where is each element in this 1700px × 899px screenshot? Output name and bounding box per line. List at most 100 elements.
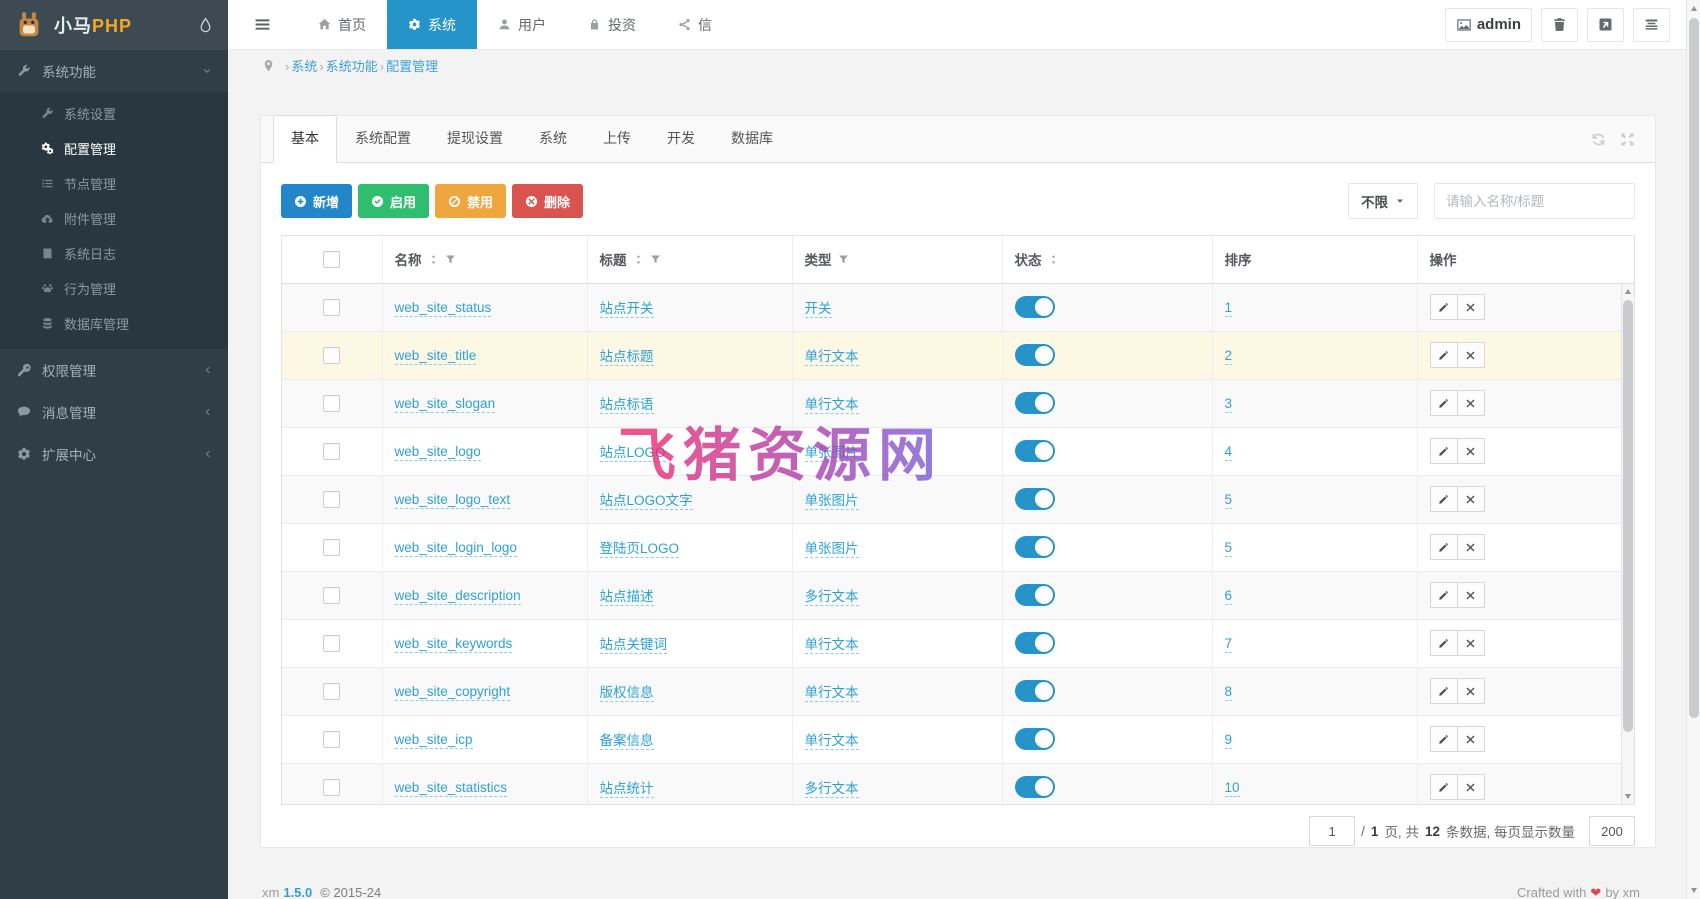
edit-button[interactable] bbox=[1429, 342, 1458, 368]
delete-button[interactable] bbox=[1456, 534, 1485, 560]
config-name-link[interactable]: web_site_description bbox=[394, 587, 521, 605]
config-title-link[interactable]: 站点LOGO bbox=[599, 445, 666, 462]
external-link-button[interactable] bbox=[1587, 7, 1624, 42]
select-all-checkbox[interactable] bbox=[323, 250, 341, 268]
edit-button[interactable] bbox=[1429, 630, 1458, 656]
config-title-link[interactable]: 站点开关 bbox=[599, 301, 654, 318]
sidebar-section-0[interactable]: 系统功能 bbox=[0, 50, 228, 92]
sort-value-link[interactable]: 5 bbox=[1224, 491, 1233, 509]
status-toggle[interactable] bbox=[1014, 536, 1055, 558]
config-name-link[interactable]: web_site_login_logo bbox=[394, 539, 517, 557]
tab-1[interactable]: 系统配置 bbox=[337, 115, 429, 162]
sidebar-item-0[interactable]: 系统设置 bbox=[0, 96, 228, 131]
user-menu-button[interactable]: admin bbox=[1444, 7, 1532, 42]
tab-0[interactable]: 基本 bbox=[273, 115, 337, 163]
config-name-link[interactable]: web_site_icp bbox=[394, 731, 473, 749]
tab-3[interactable]: 系统 bbox=[521, 115, 585, 162]
page-scroll-down-arrow[interactable] bbox=[1690, 888, 1697, 893]
sort-icon[interactable] bbox=[1048, 254, 1059, 265]
sort-icon[interactable] bbox=[633, 254, 644, 265]
filter-funnel-icon[interactable] bbox=[445, 254, 456, 265]
topnav-item-4[interactable]: 信 bbox=[657, 0, 733, 49]
topnav-item-2[interactable]: 用户 bbox=[477, 0, 567, 49]
scroll-down-arrow[interactable] bbox=[1625, 794, 1631, 799]
config-name-link[interactable]: web_site_status bbox=[394, 299, 492, 317]
status-toggle[interactable] bbox=[1014, 440, 1055, 462]
sidebar-item-4[interactable]: 系统日志 bbox=[0, 236, 228, 271]
tab-2[interactable]: 提现设置 bbox=[429, 115, 521, 162]
row-checkbox[interactable] bbox=[323, 730, 341, 748]
edit-button[interactable] bbox=[1429, 438, 1458, 464]
config-type-link[interactable]: 开关 bbox=[804, 301, 832, 318]
status-toggle[interactable] bbox=[1014, 488, 1055, 510]
config-name-link[interactable]: web_site_copyright bbox=[394, 683, 511, 701]
topnav-item-1[interactable]: 系统 bbox=[387, 0, 477, 49]
delete-button[interactable] bbox=[1456, 582, 1485, 608]
delete-button[interactable] bbox=[1456, 726, 1485, 752]
action-button-3[interactable]: 删除 bbox=[512, 184, 584, 218]
sort-value-link[interactable]: 3 bbox=[1224, 395, 1233, 413]
sort-value-link[interactable]: 4 bbox=[1224, 443, 1233, 461]
menu-rows-button[interactable] bbox=[1633, 7, 1670, 42]
config-name-link[interactable]: web_site_logo_text bbox=[394, 491, 511, 509]
page-size-input[interactable] bbox=[1589, 816, 1635, 846]
config-type-link[interactable]: 单张图片 bbox=[804, 541, 859, 558]
edit-button[interactable] bbox=[1429, 390, 1458, 416]
config-title-link[interactable]: 站点标语 bbox=[599, 397, 654, 414]
delete-button[interactable] bbox=[1456, 630, 1485, 656]
row-checkbox[interactable] bbox=[323, 682, 341, 700]
config-title-link[interactable]: 登陆页LOGO bbox=[599, 541, 680, 558]
sort-value-link[interactable]: 1 bbox=[1224, 299, 1233, 317]
config-title-link[interactable]: 备案信息 bbox=[599, 733, 654, 750]
status-toggle[interactable] bbox=[1014, 680, 1055, 702]
row-checkbox[interactable] bbox=[323, 298, 341, 316]
config-name-link[interactable]: web_site_statistics bbox=[394, 779, 508, 797]
delete-button[interactable] bbox=[1456, 486, 1485, 512]
config-type-link[interactable]: 单行文本 bbox=[804, 637, 859, 654]
tab-4[interactable]: 上传 bbox=[585, 115, 649, 162]
delete-button[interactable] bbox=[1456, 774, 1485, 801]
action-button-2[interactable]: 禁用 bbox=[435, 184, 507, 218]
status-toggle[interactable] bbox=[1014, 728, 1055, 750]
config-type-link[interactable]: 单行文本 bbox=[804, 733, 859, 750]
delete-button[interactable] bbox=[1456, 390, 1485, 416]
tab-6[interactable]: 数据库 bbox=[713, 115, 791, 162]
edit-button[interactable] bbox=[1429, 534, 1458, 560]
fullscreen-icon[interactable] bbox=[1620, 132, 1635, 147]
status-toggle[interactable] bbox=[1014, 344, 1055, 366]
sort-value-link[interactable]: 5 bbox=[1224, 539, 1233, 557]
page-scroll-up-arrow[interactable] bbox=[1690, 6, 1697, 11]
status-toggle[interactable] bbox=[1014, 776, 1055, 799]
status-toggle[interactable] bbox=[1014, 584, 1055, 606]
search-input[interactable] bbox=[1434, 183, 1635, 219]
status-toggle[interactable] bbox=[1014, 296, 1055, 318]
config-type-link[interactable]: 多行文本 bbox=[804, 781, 859, 799]
config-name-link[interactable]: web_site_slogan bbox=[394, 395, 496, 413]
delete-button[interactable] bbox=[1456, 438, 1485, 464]
edit-button[interactable] bbox=[1429, 486, 1458, 512]
filter-funnel-icon[interactable] bbox=[838, 254, 849, 265]
topnav-item-3[interactable]: 投资 bbox=[567, 0, 657, 49]
table-scrollbar[interactable] bbox=[1621, 284, 1634, 804]
page-scrollbar[interactable] bbox=[1686, 0, 1700, 899]
config-title-link[interactable]: 版权信息 bbox=[599, 685, 654, 702]
trash-button[interactable] bbox=[1541, 7, 1578, 42]
sort-value-link[interactable]: 10 bbox=[1224, 779, 1240, 797]
edit-button[interactable] bbox=[1429, 294, 1458, 320]
table-scrollbar-thumb[interactable] bbox=[1623, 300, 1633, 732]
row-checkbox[interactable] bbox=[323, 586, 341, 604]
sort-icon[interactable] bbox=[428, 254, 439, 265]
sort-value-link[interactable]: 7 bbox=[1224, 635, 1233, 653]
sort-value-link[interactable]: 6 bbox=[1224, 587, 1233, 605]
sidebar-section-3[interactable]: 扩展中心 bbox=[0, 433, 228, 475]
sidebar-item-1[interactable]: 配置管理 bbox=[0, 131, 228, 166]
delete-button[interactable] bbox=[1456, 342, 1485, 368]
topnav-item-0[interactable]: 首页 bbox=[297, 0, 387, 49]
config-type-link[interactable]: 单张图片 bbox=[804, 445, 859, 462]
config-title-link[interactable]: 站点描述 bbox=[599, 589, 654, 606]
delete-button[interactable] bbox=[1456, 678, 1485, 704]
sort-value-link[interactable]: 8 bbox=[1224, 683, 1233, 701]
filter-funnel-icon[interactable] bbox=[650, 254, 661, 265]
page-number-input[interactable] bbox=[1309, 816, 1356, 846]
breadcrumb-link-2[interactable]: 配置管理 bbox=[386, 59, 438, 74]
